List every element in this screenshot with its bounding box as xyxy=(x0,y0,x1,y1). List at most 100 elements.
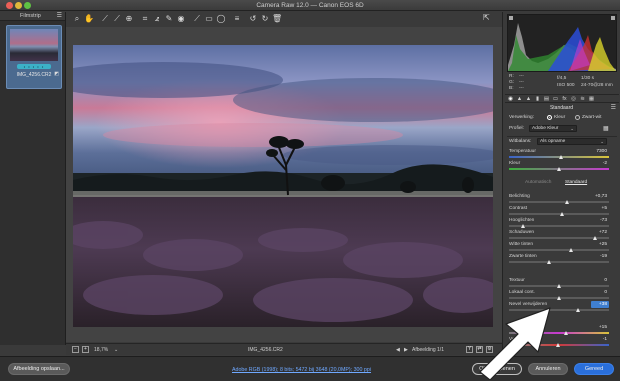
auto-tone-link[interactable]: Automatisch xyxy=(525,180,551,185)
filmstrip-panel: Filmstrip ☰ • • • • • IMG_4256.CR2 ◩ xyxy=(0,12,66,345)
tab-presets-icon[interactable]: ≋ xyxy=(579,96,586,103)
white-balance-icon[interactable]: ⟋ xyxy=(100,14,110,24)
workflow-options-link[interactable]: Adobe RGB (1998); 8 bits; 5472 bij 3648 … xyxy=(232,367,371,373)
exif-aperture: f/4,5 xyxy=(557,76,567,81)
slider-thumb[interactable] xyxy=(592,236,597,240)
slider-track[interactable] xyxy=(509,332,609,334)
tab-hsl-icon[interactable]: ▮ xyxy=(534,96,541,103)
slider-thumb[interactable] xyxy=(555,343,560,347)
slider-label: Nevel verwijderen xyxy=(509,302,548,307)
slider-thumb[interactable] xyxy=(546,260,551,264)
treatment-bw-radio[interactable] xyxy=(575,115,580,120)
slider-value[interactable]: -1 xyxy=(591,336,609,343)
crop-icon[interactable]: ⌗ xyxy=(140,14,150,24)
slider-thumb[interactable] xyxy=(520,224,525,228)
prev-image-icon[interactable]: ◀ xyxy=(396,346,400,354)
exif-info: R: --- G: --- B: --- f/4,5 1/30 s ISO 50… xyxy=(507,72,617,92)
slider-thumb[interactable] xyxy=(556,296,561,300)
window-title: Camera Raw 12.0 — Canon EOS 6D xyxy=(256,2,364,9)
default-tone-link[interactable]: Standaard xyxy=(565,180,587,185)
cancel-button[interactable]: Annuleren xyxy=(528,363,568,375)
slider-track[interactable] xyxy=(509,309,609,311)
before-after-toggle[interactable]: Y xyxy=(466,346,473,353)
exif-b-value: --- xyxy=(519,86,524,91)
slider-value[interactable]: -19 xyxy=(591,253,609,260)
hand-icon[interactable]: ✋ xyxy=(84,14,94,24)
tab-tone-curve-icon[interactable]: ▲ xyxy=(516,96,523,103)
histogram xyxy=(507,14,617,72)
fullscreen-toggle-icon[interactable]: ⇱ xyxy=(483,13,495,25)
target-adjust-icon[interactable]: ⊕ xyxy=(124,14,134,24)
slider-value[interactable]: +25 xyxy=(591,241,609,248)
tab-lens-icon[interactable]: ▭ xyxy=(552,96,559,103)
tab-snapshots-icon[interactable]: ▦ xyxy=(588,96,595,103)
slider-value[interactable]: +15 xyxy=(591,324,609,331)
tint-label: Kleur xyxy=(509,161,521,166)
tint-slider-thumb[interactable] xyxy=(557,167,561,171)
treatment-color-radio[interactable] xyxy=(547,115,552,120)
status-bar: − + 18,7% ⌄ IMG_4256.CR2 ◀ ▶ Afbeelding … xyxy=(66,343,502,355)
panel-menu-icon[interactable]: ☰ xyxy=(611,104,616,111)
slider-thumb[interactable] xyxy=(559,212,564,216)
tab-calibration-icon[interactable]: ◎ xyxy=(570,96,577,103)
open-object-button[interactable]: Object openen xyxy=(472,363,522,375)
slider-value[interactable]: +5 xyxy=(591,205,609,212)
tab-detail-icon[interactable]: ▲ xyxy=(525,96,532,103)
thumbnail-rating[interactable]: • • • • • xyxy=(17,64,51,69)
radial-filter-icon[interactable]: ◯ xyxy=(216,14,226,24)
profile-select[interactable]: Adobe Kleur ⌄ xyxy=(529,125,577,132)
toolbar: ⌕ ✋ ⟋ ⟋ ⊕ ⌗ ⦨ ✎ ◉ ⟋ ▭ ◯ ≡ ↺ ↻ 🗑 xyxy=(66,12,496,27)
slider-thumb[interactable] xyxy=(563,331,568,335)
slider-thumb[interactable] xyxy=(564,200,569,204)
wb-select[interactable]: Als opname ⌄ xyxy=(537,138,607,145)
slider-thumb[interactable] xyxy=(556,284,561,288)
slider-value[interactable]: 0 xyxy=(591,289,609,296)
swap-settings-icon[interactable]: ⇄ xyxy=(476,346,483,353)
straighten-icon[interactable]: ⦨ xyxy=(152,14,162,24)
slider-value[interactable]: -73 xyxy=(591,217,609,224)
filmstrip-menu-icon[interactable]: ☰ xyxy=(57,12,62,21)
slider-label: Verzadiging xyxy=(509,337,535,342)
settings-icon[interactable]: ⚙ xyxy=(486,346,493,353)
slider-thumb[interactable] xyxy=(575,308,580,312)
color-sampler-icon[interactable]: ⟋ xyxy=(112,14,122,24)
save-image-button[interactable]: Afbeelding opslaan... xyxy=(8,363,70,375)
slider-track[interactable] xyxy=(509,261,609,263)
slider-value[interactable]: 0 xyxy=(591,277,609,284)
profile-caret-icon: ⌄ xyxy=(570,126,574,131)
done-button[interactable]: Gereed xyxy=(574,363,614,375)
slider-track[interactable] xyxy=(509,249,609,251)
exif-iso: ISO 500 xyxy=(557,83,575,88)
preferences-icon[interactable]: ≡ xyxy=(232,14,242,24)
profile-browser-icon[interactable]: ▦ xyxy=(603,125,609,132)
tab-split-toning-icon[interactable]: ▤ xyxy=(543,96,550,103)
slider-thumb[interactable] xyxy=(568,248,573,252)
tab-effects-icon[interactable]: fx xyxy=(561,96,568,103)
temp-value[interactable]: 7300 xyxy=(591,148,609,155)
red-eye-icon[interactable]: ◉ xyxy=(176,14,186,24)
image-canvas[interactable] xyxy=(66,27,502,342)
next-image-icon[interactable]: ▶ xyxy=(404,346,408,354)
tab-basic-icon[interactable]: ◉ xyxy=(507,96,514,103)
trash-icon[interactable]: 🗑 xyxy=(272,14,282,24)
wb-label: Witbalans: xyxy=(509,139,532,144)
rotate-right-icon[interactable]: ↻ xyxy=(260,14,270,24)
zoom-out-button[interactable]: − xyxy=(72,346,79,353)
adjustment-brush-icon[interactable]: ⟋ xyxy=(192,14,202,24)
zoom-level-select[interactable]: 18,7% xyxy=(94,346,108,354)
temp-slider-thumb[interactable] xyxy=(559,155,563,159)
slider-value[interactable]: +38 xyxy=(591,301,609,308)
spot-removal-icon[interactable]: ✎ xyxy=(164,14,174,24)
profile-label: Profiel: xyxy=(509,126,524,131)
slider-value[interactable]: +0,73 xyxy=(591,193,609,200)
graduated-filter-icon[interactable]: ▭ xyxy=(204,14,214,24)
slider-value[interactable]: +72 xyxy=(591,229,609,236)
zoom-icon[interactable]: ⌕ xyxy=(72,14,82,24)
filmstrip-thumbnail[interactable]: • • • • • IMG_4256.CR2 ◩ xyxy=(6,25,62,89)
slider-track[interactable] xyxy=(509,201,609,203)
tint-value[interactable]: -2 xyxy=(591,160,609,167)
rotate-left-icon[interactable]: ↺ xyxy=(248,14,258,24)
zoom-caret-icon[interactable]: ⌄ xyxy=(114,346,118,354)
zoom-in-button[interactable]: + xyxy=(82,346,89,353)
slider-label: Belichting xyxy=(509,194,530,199)
